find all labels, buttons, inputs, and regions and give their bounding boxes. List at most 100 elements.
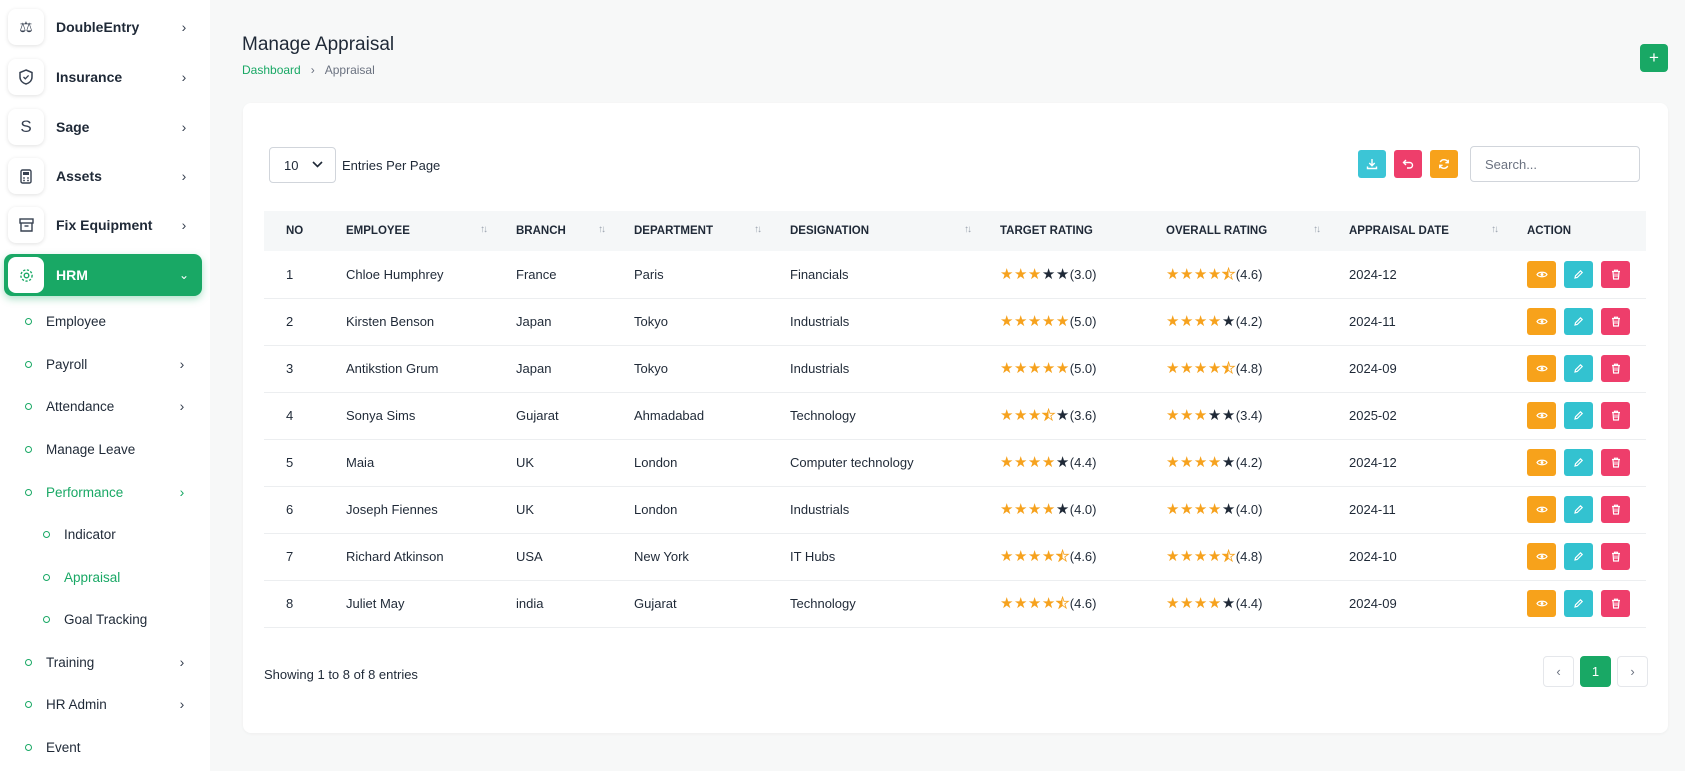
star-icon: ★ [1055, 313, 1070, 330]
pencil-icon [1574, 551, 1584, 561]
delete-button[interactable] [1601, 543, 1630, 570]
trash-icon [1611, 504, 1620, 515]
view-button[interactable] [1527, 449, 1556, 476]
view-button[interactable] [1527, 543, 1556, 570]
star-icon: ★ [1000, 595, 1014, 612]
rating-value: (4.4) [1235, 596, 1263, 611]
pencil-icon [1574, 363, 1584, 373]
designation-cell: Industrials [768, 298, 978, 346]
edit-button[interactable] [1564, 543, 1593, 570]
sidebar-item-training[interactable]: Training › [20, 647, 200, 677]
sidebar-item-sage[interactable]: S Sage › [4, 106, 202, 148]
edit-button[interactable] [1564, 355, 1593, 382]
chevron-right-icon: › [181, 69, 187, 85]
edit-button[interactable] [1564, 402, 1593, 429]
rating-value: (4.8) [1235, 549, 1263, 564]
view-button[interactable] [1527, 260, 1556, 288]
table-row: 4 Sonya Sims Gujarat Ahmadabad Technology ★ ★ ★… [264, 392, 1646, 440]
delete-button[interactable] [1601, 308, 1630, 335]
sidebar-item-hrm[interactable]: HRM ⌄ [4, 254, 202, 296]
view-button[interactable] [1527, 496, 1556, 523]
breadcrumb-dashboard-link[interactable]: Dashboard [242, 63, 301, 77]
sidebar-item-goal-tracking[interactable]: Goal Tracking [38, 604, 210, 634]
action-cell [1505, 486, 1646, 534]
col-header-overall-rating[interactable]: OVERALL RATING ↑↓ [1144, 211, 1327, 251]
star-icon: ★ [1179, 360, 1194, 377]
star-icon: ★ [1027, 313, 1042, 330]
no-cell: 5 [264, 439, 324, 487]
pagination: ‹ 1 › [1543, 656, 1648, 687]
edit-button[interactable] [1564, 496, 1593, 523]
appraisal-table: NO EMPLOYEE ↑↓ BRANCH ↑↓ DEPARTMENT ↑↓ DESI… [264, 211, 1646, 628]
col-header-appraisal-date[interactable]: APPRAISAL DATE ↑↓ [1327, 211, 1505, 251]
sidebar-item-appraisal[interactable]: Appraisal [38, 562, 210, 592]
entries-select[interactable]: 10 [269, 147, 336, 183]
sidebar-item-doubleentry[interactable]: ⚖ DoubleEntry › [4, 6, 202, 48]
eye-icon [1535, 365, 1548, 372]
sidebar-item-event[interactable]: Event [20, 732, 200, 762]
search-input[interactable] [1470, 146, 1640, 182]
edit-button[interactable] [1564, 260, 1593, 288]
view-button[interactable] [1527, 402, 1556, 429]
star-icon: ★ [1055, 548, 1070, 565]
sidebar-item-label: Appraisal [64, 569, 121, 585]
branch-cell: Gujarat [494, 392, 612, 440]
star-icon: ★ [1000, 454, 1014, 471]
col-header-employee[interactable]: EMPLOYEE ↑↓ [324, 211, 494, 251]
sidebar-item-manage-leave[interactable]: Manage Leave [20, 434, 200, 464]
col-header-branch[interactable]: BRANCH ↑↓ [494, 211, 612, 251]
delete-button[interactable] [1601, 496, 1630, 523]
rating-value: (4.6) [1069, 549, 1097, 564]
sidebar-item-label: Sage [56, 119, 90, 135]
branch-cell: UK [494, 486, 612, 534]
row-actions [1527, 449, 1646, 476]
rating-value: (5.0) [1069, 361, 1097, 376]
col-header-department[interactable]: DEPARTMENT ↑↓ [612, 211, 768, 251]
view-button[interactable] [1527, 590, 1556, 617]
star-icon: ★ [1179, 407, 1194, 424]
edit-button[interactable] [1564, 449, 1593, 476]
delete-button[interactable] [1601, 260, 1630, 288]
entries-value: 10 [284, 157, 299, 173]
col-header-no[interactable]: NO [264, 211, 324, 251]
sidebar-item-hr-admin[interactable]: HR Admin › [20, 689, 200, 719]
view-button[interactable] [1527, 355, 1556, 382]
page-button[interactable]: 1 [1580, 656, 1611, 687]
sidebar-item-label: Goal Tracking [64, 611, 148, 627]
no-cell: 1 [264, 251, 324, 299]
delete-button[interactable] [1601, 449, 1630, 476]
col-header-designation[interactable]: DESIGNATION ↑↓ [768, 211, 978, 251]
sidebar-item-attendance[interactable]: Attendance › [20, 391, 200, 421]
designation-cell: Technology [768, 580, 978, 628]
row-actions [1527, 402, 1646, 429]
sidebar-item-indicator[interactable]: Indicator [38, 519, 210, 549]
target-rating-cell: ★ ★ ★ ★ ★ (4.0) [978, 486, 1144, 534]
col-header-target-rating[interactable]: TARGET RATING [978, 211, 1144, 251]
add-appraisal-button[interactable]: + [1640, 44, 1668, 72]
sidebar-item-performance[interactable]: Performance › [20, 477, 200, 507]
trash-icon [1611, 551, 1620, 562]
sidebar-item-payroll[interactable]: Payroll › [20, 349, 200, 379]
star-icon: ★ [1041, 501, 1056, 518]
no-cell: 4 [264, 392, 324, 440]
page-title: Manage Appraisal [242, 34, 395, 55]
view-button[interactable] [1527, 308, 1556, 335]
sidebar-item-fix-equipment[interactable]: Fix Equipment › [4, 204, 202, 246]
sidebar-item-assets[interactable]: Assets › [4, 155, 202, 197]
prev-page-button[interactable]: ‹ [1543, 656, 1574, 687]
delete-button[interactable] [1601, 402, 1630, 429]
refresh-button[interactable] [1430, 150, 1458, 178]
reset-button[interactable] [1394, 150, 1422, 178]
edit-button[interactable] [1564, 590, 1593, 617]
delete-button[interactable] [1601, 355, 1630, 382]
breadcrumb: Dashboard › Appraisal [242, 63, 375, 77]
next-page-button[interactable]: › [1617, 656, 1648, 687]
star-icon: ★ [1041, 454, 1056, 471]
delete-button[interactable] [1601, 590, 1630, 617]
star-icon: ★ [1000, 501, 1014, 518]
edit-button[interactable] [1564, 308, 1593, 335]
download-button[interactable] [1358, 150, 1386, 178]
sidebar-item-insurance[interactable]: Insurance › [4, 56, 202, 98]
star-icon: ★ [1055, 454, 1070, 471]
sidebar-item-employee[interactable]: Employee [20, 306, 200, 336]
